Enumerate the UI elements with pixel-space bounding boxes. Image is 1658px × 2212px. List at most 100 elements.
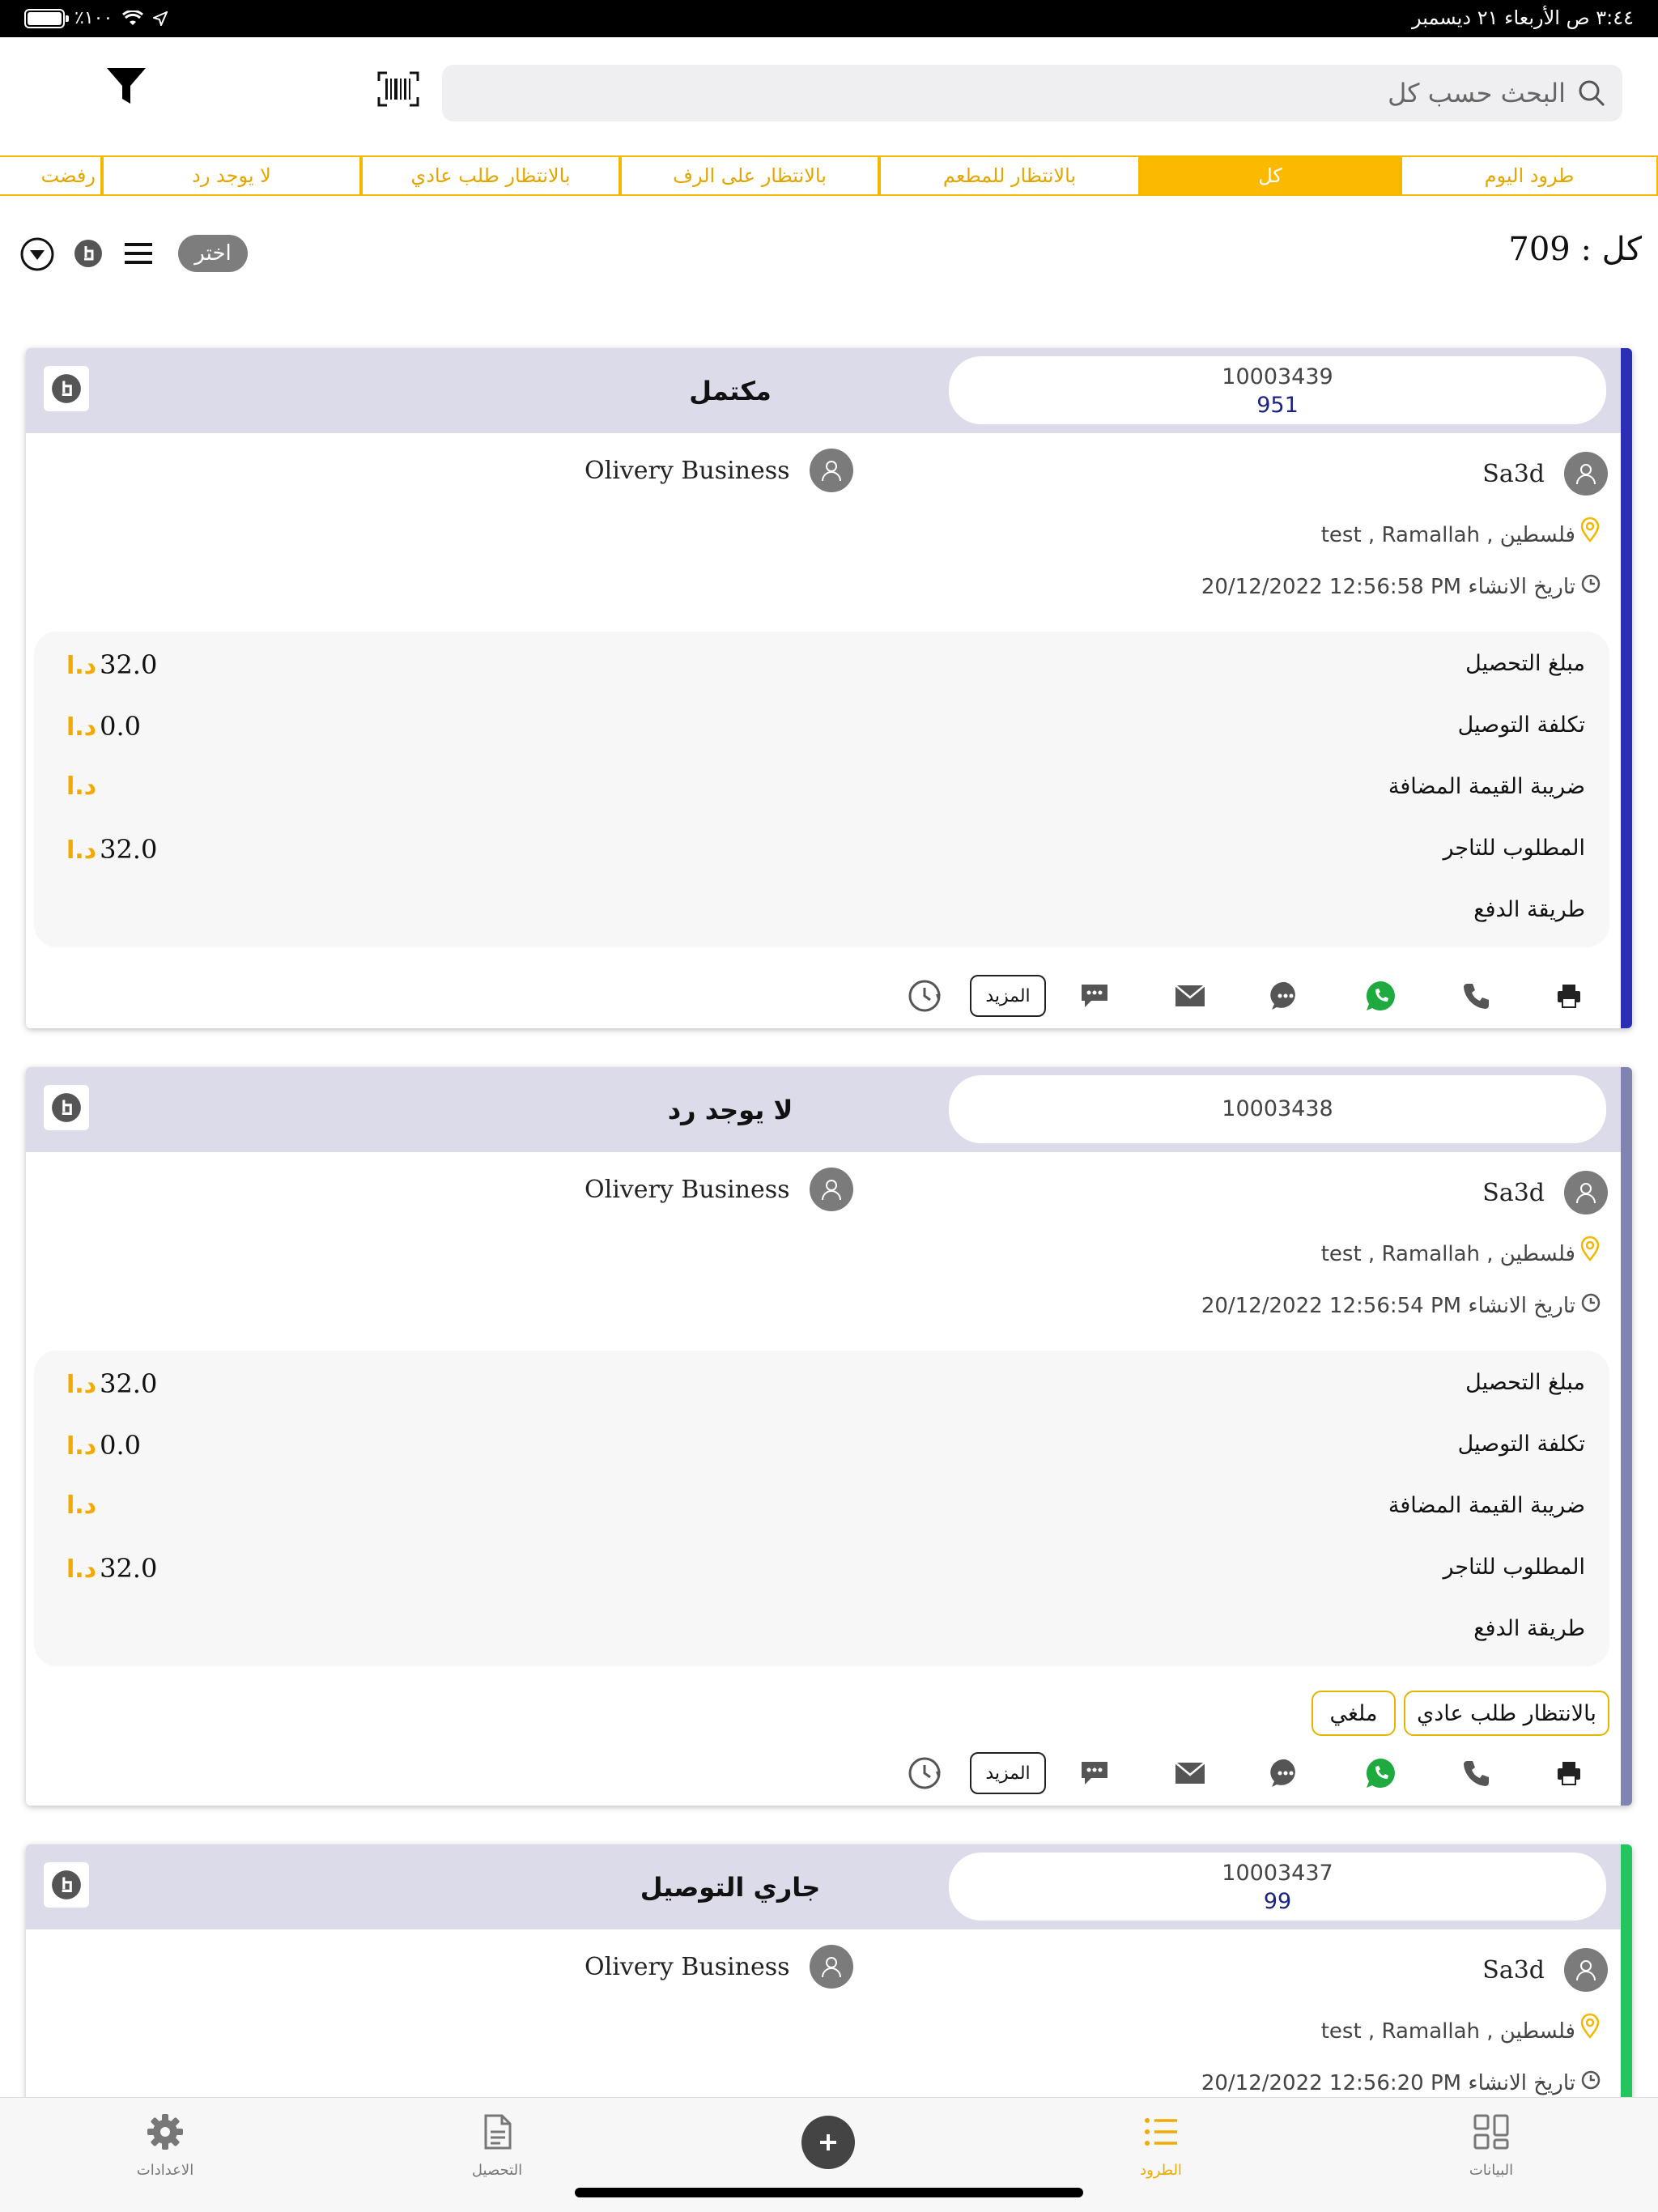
status-indicators: ٪١٠٠ xyxy=(24,8,168,28)
history-button[interactable] xyxy=(900,972,949,1020)
tab-waiting-normal[interactable]: بالانتظار طلب عادي xyxy=(361,155,620,196)
print-button[interactable] xyxy=(1545,1749,1593,1797)
select-button[interactable]: اختر xyxy=(178,235,248,272)
message-icon xyxy=(1270,1759,1295,1787)
tab-no-answer[interactable]: لا يوجد رد xyxy=(102,155,361,196)
card-select-button[interactable] xyxy=(44,1085,89,1130)
business-name: Olivery Business xyxy=(585,1175,790,1204)
search-input[interactable] xyxy=(513,65,1566,121)
vat-value: د.ا xyxy=(66,1491,97,1520)
nav-data-label: البيانات xyxy=(1469,2162,1514,2179)
vat-value: د.ا xyxy=(66,772,97,801)
customer-name: Sa3d xyxy=(1482,1955,1545,1984)
merchant-due-label: المطلوب للتاجر xyxy=(1443,1555,1586,1580)
vat-label: ضريبة القيمة المضافة xyxy=(1388,1493,1585,1518)
whatsapp-icon xyxy=(1366,981,1395,1010)
grid-icon xyxy=(1473,2114,1509,2150)
call-button[interactable] xyxy=(1452,972,1501,1020)
email-button[interactable] xyxy=(1166,1749,1214,1797)
message-button[interactable] xyxy=(1261,1749,1310,1797)
envelope-icon xyxy=(1175,985,1205,1006)
tap-select-icon[interactable] xyxy=(73,238,104,269)
status-color-bar xyxy=(1621,1844,1632,2120)
more-button[interactable]: المزيد xyxy=(970,1752,1046,1794)
collect-amount-value: د.ا 32.0 xyxy=(66,1368,158,1399)
order-sub-number: 99 xyxy=(1263,1889,1292,1914)
list-icon xyxy=(1145,2118,1177,2146)
order-card[interactable]: جاري التوصيل 10003437 99 Olivery Busines… xyxy=(26,1844,1632,2120)
card-select-button[interactable] xyxy=(44,1862,89,1908)
avatar-icon xyxy=(809,449,853,492)
location-pin-icon xyxy=(1580,517,1600,542)
location-pin-icon xyxy=(1580,1236,1600,1261)
dropdown-circle-icon[interactable] xyxy=(19,236,55,272)
search-bar[interactable] xyxy=(442,65,1622,121)
card-actions: المزيد xyxy=(26,972,1621,1020)
chat-bubble-icon xyxy=(1082,1762,1107,1784)
amounts-panel: مبلغ التحصيل د.ا 32.0 تكلفة التوصيل د.ا 0.… xyxy=(34,632,1609,947)
whatsapp-button[interactable] xyxy=(1357,1749,1405,1797)
battery-icon xyxy=(24,8,69,28)
printer-icon xyxy=(1558,985,1580,1008)
customer-info: Sa3d xyxy=(1482,452,1608,496)
delivery-cost-label: تكلفة التوصيل xyxy=(1457,713,1585,738)
order-id: 10003438 xyxy=(1222,1096,1333,1121)
order-status: مكتمل xyxy=(689,375,772,406)
avatar-icon xyxy=(1564,1171,1608,1214)
merchant-due-label: المطلوب للتاجر xyxy=(1443,836,1586,861)
business-info: Olivery Business xyxy=(585,1945,853,1989)
printer-icon xyxy=(1558,1762,1580,1785)
nav-data[interactable]: البيانات xyxy=(1410,2112,1572,2179)
sms-button[interactable] xyxy=(1070,972,1119,1020)
business-info: Olivery Business xyxy=(585,1168,853,1211)
battery-percent: ٪١٠٠ xyxy=(74,8,113,28)
card-actions: المزيد xyxy=(26,1749,1621,1797)
collect-amount-label: مبلغ التحصيل xyxy=(1465,651,1585,676)
envelope-icon xyxy=(1175,1762,1205,1784)
order-card[interactable]: مكتمل 10003439 951 Olivery Business Sa3d… xyxy=(26,348,1632,1028)
sms-button[interactable] xyxy=(1070,1749,1119,1797)
whatsapp-icon xyxy=(1366,1759,1395,1788)
card-header: مكتمل 10003439 951 xyxy=(26,348,1621,433)
collect-amount-label: مبلغ التحصيل xyxy=(1465,1370,1585,1395)
status-action-chip[interactable]: ملغي xyxy=(1312,1691,1396,1736)
filter-button[interactable] xyxy=(105,66,147,107)
order-address: فلسطين , test , Ramallah xyxy=(1320,523,1575,547)
history-button[interactable] xyxy=(900,1749,949,1797)
status-color-bar xyxy=(1621,1067,1632,1806)
call-button[interactable] xyxy=(1452,1749,1501,1797)
order-status: جاري التوصيل xyxy=(640,1871,821,1903)
amounts-panel: مبلغ التحصيل د.ا 32.0 تكلفة التوصيل د.ا 0.… xyxy=(34,1351,1609,1666)
tab-waiting-shelf[interactable]: بالانتظار على الرف xyxy=(620,155,879,196)
menu-icon[interactable] xyxy=(121,240,155,267)
total-count: كل : 709 xyxy=(1508,231,1642,268)
add-button[interactable] xyxy=(801,2116,855,2169)
avatar-icon xyxy=(809,1945,853,1989)
document-icon xyxy=(484,2114,512,2150)
nav-parcels[interactable]: الطرود xyxy=(1080,2112,1242,2179)
tab-all[interactable]: كل xyxy=(1140,155,1401,196)
order-address: فلسطين , test , Ramallah xyxy=(1320,2019,1575,2044)
order-card[interactable]: لا يوجد رد 10003438 Olivery Business Sa3… xyxy=(26,1067,1632,1806)
barcode-scan-button[interactable] xyxy=(377,71,419,107)
more-button[interactable]: المزيد xyxy=(970,975,1046,1017)
history-icon xyxy=(908,1757,941,1789)
customer-info: Sa3d xyxy=(1482,1171,1608,1214)
card-select-button[interactable] xyxy=(44,366,89,411)
order-status: لا يوجد رد xyxy=(667,1094,793,1125)
tab-rejected[interactable]: رفضت xyxy=(0,155,102,196)
status-action-chip[interactable]: بالانتظار طلب عادي xyxy=(1404,1691,1609,1736)
tab-waiting-restaurant[interactable]: بالانتظار للمطعم xyxy=(879,155,1140,196)
nav-settings[interactable]: الاعدادات xyxy=(84,2112,246,2179)
avatar-icon xyxy=(1564,452,1608,496)
location-pin-icon xyxy=(1580,2013,1600,2039)
print-button[interactable] xyxy=(1545,972,1593,1020)
email-button[interactable] xyxy=(1166,972,1214,1020)
tap-select-icon xyxy=(52,1870,81,1899)
nav-collection[interactable]: التحصيل xyxy=(416,2112,578,2179)
whatsapp-button[interactable] xyxy=(1357,972,1405,1020)
created-date: تاريخ الانشاء 20/12/2022 12:56:58 PM xyxy=(1201,575,1575,599)
order-id: 10003439 xyxy=(1222,364,1333,389)
tab-today[interactable]: طرود اليوم xyxy=(1401,155,1658,196)
message-button[interactable] xyxy=(1261,972,1310,1020)
